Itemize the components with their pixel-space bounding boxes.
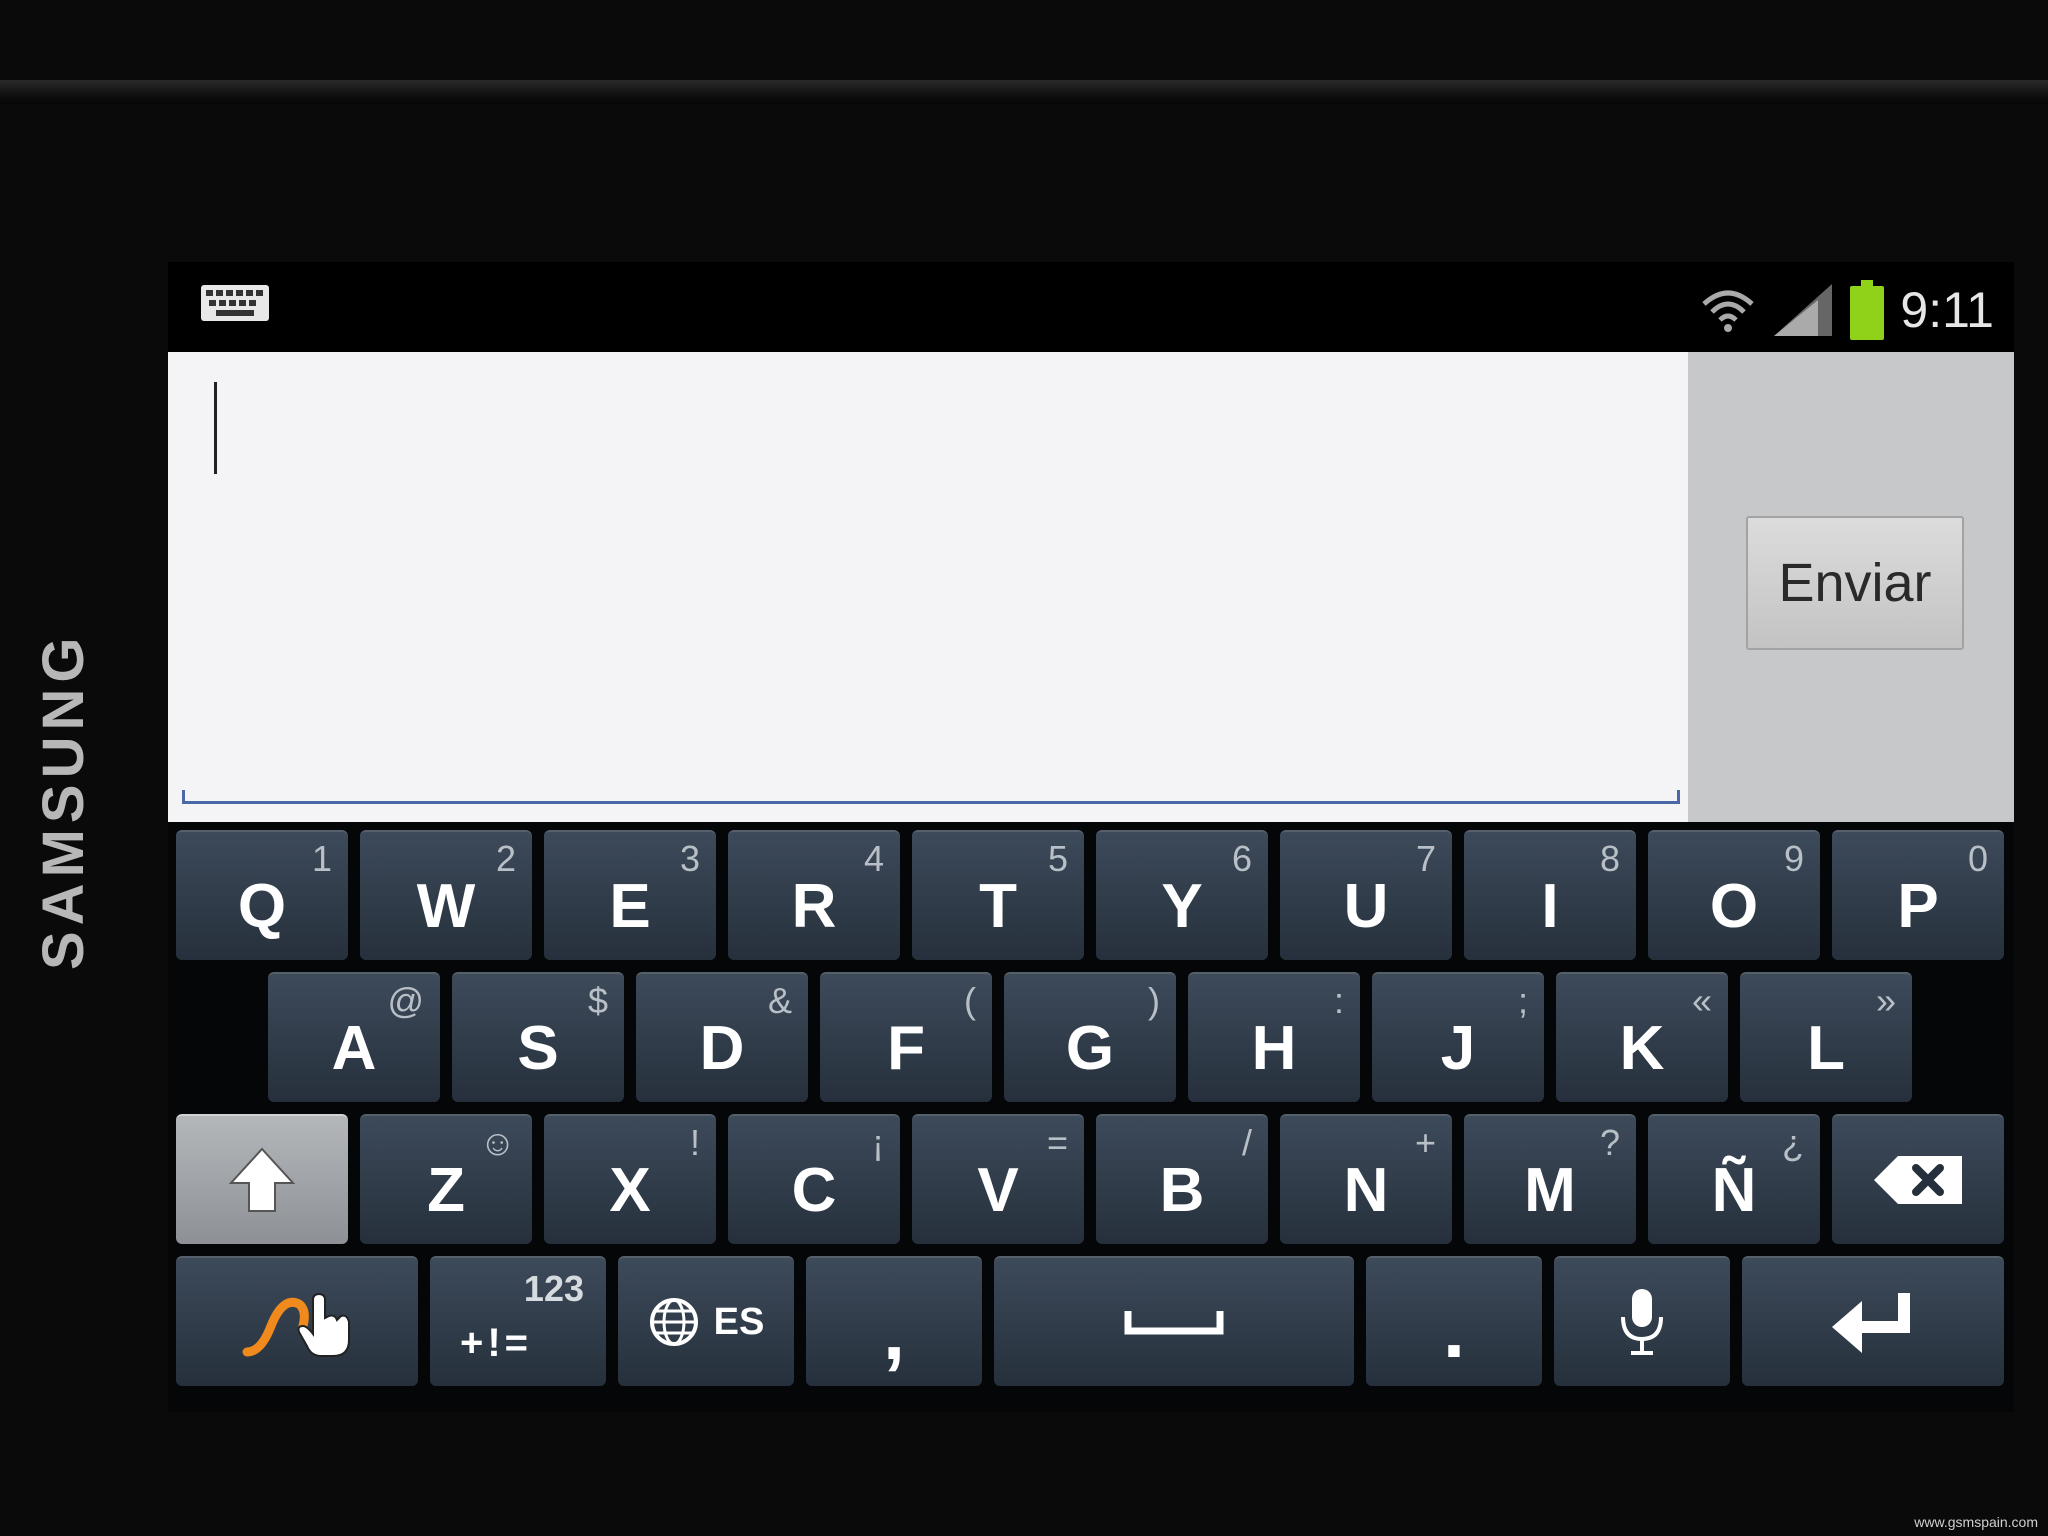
key-v[interactable]: V = <box>912 1114 1084 1244</box>
device-brand-logo: SAMSUNG <box>31 631 96 970</box>
send-pane: Enviar <box>1688 352 2014 822</box>
space-icon <box>1124 1311 1224 1335</box>
key-i[interactable]: I8 <box>1464 830 1636 960</box>
swype-icon <box>242 1292 350 1357</box>
key-q[interactable]: Q1 <box>176 830 348 960</box>
key-x[interactable]: X! <box>544 1114 716 1244</box>
language-key[interactable]: ES <box>618 1256 794 1386</box>
input-underline <box>182 790 1680 804</box>
voice-input-key[interactable] <box>1554 1256 1730 1386</box>
globe-icon <box>649 1298 698 1346</box>
wifi-icon <box>1702 290 1755 332</box>
backspace-key[interactable] <box>1832 1114 2004 1244</box>
text-cursor <box>214 382 217 474</box>
key-r[interactable]: R4 <box>728 830 900 960</box>
key-g[interactable]: G) <box>1004 972 1176 1102</box>
shift-arrow-icon <box>228 1147 296 1212</box>
key-y[interactable]: Y6 <box>1096 830 1268 960</box>
keyboard-notification-icon <box>201 285 269 321</box>
phone-screen: 9:11 Enviar Q1 W2 E3 R4 T5 Y6 U7 I8 O9 P… <box>168 262 2014 1412</box>
signal-icon <box>1774 284 1833 336</box>
key-p[interactable]: P0 <box>1832 830 2004 960</box>
key-w[interactable]: W2 <box>360 830 532 960</box>
key-j[interactable]: J; <box>1372 972 1544 1102</box>
shift-key[interactable] <box>176 1114 348 1244</box>
status-bar: 9:11 <box>168 262 2014 352</box>
key-l[interactable]: L» <box>1740 972 1912 1102</box>
key-e[interactable]: E3 <box>544 830 716 960</box>
key-n[interactable]: N + <box>1280 1114 1452 1244</box>
compose-area: Enviar <box>168 352 2014 822</box>
period-key[interactable]: . <box>1366 1256 1542 1386</box>
backspace-icon <box>1874 1156 1962 1204</box>
send-button[interactable]: Enviar <box>1746 516 1964 650</box>
key-t[interactable]: T5 <box>912 830 1084 960</box>
key-b[interactable]: B / <box>1096 1114 1268 1244</box>
key-o[interactable]: O9 <box>1648 830 1820 960</box>
key-u[interactable]: U7 <box>1280 830 1452 960</box>
message-input[interactable] <box>168 352 1688 822</box>
key-h[interactable]: H: <box>1188 972 1360 1102</box>
soft-keyboard: Q1 W2 E3 R4 T5 Y6 U7 I8 O9 P0 A @ S $ D & F… <box>168 822 2014 1412</box>
key-f[interactable]: F( <box>820 972 992 1102</box>
key-s[interactable]: S $ <box>452 972 624 1102</box>
microphone-icon <box>1621 1289 1663 1355</box>
key-k[interactable]: K « <box>1556 972 1728 1102</box>
key-a[interactable]: A @ <box>268 972 440 1102</box>
enter-key[interactable] <box>1742 1256 2004 1386</box>
key-c[interactable]: C ¡ <box>728 1114 900 1244</box>
battery-icon <box>1850 280 1885 340</box>
key-n-tilde[interactable]: Ñ ¿ <box>1648 1114 1820 1244</box>
swype-key[interactable] <box>176 1256 418 1386</box>
enter-arrow-icon <box>1832 1293 1910 1353</box>
device-bezel-edge <box>0 80 2048 104</box>
space-key[interactable] <box>994 1256 1354 1386</box>
key-d[interactable]: D & <box>636 972 808 1102</box>
status-icons: 9:11 <box>1700 280 1994 340</box>
key-m[interactable]: M? <box>1464 1114 1636 1244</box>
symbols-key[interactable]: 123 +!= <box>430 1256 606 1386</box>
watermark: www.gsmspain.com <box>1914 1514 2038 1530</box>
status-clock: 9:11 <box>1900 282 1994 338</box>
key-z[interactable]: Z ☺ <box>360 1114 532 1244</box>
comma-key[interactable]: , <box>806 1256 982 1386</box>
